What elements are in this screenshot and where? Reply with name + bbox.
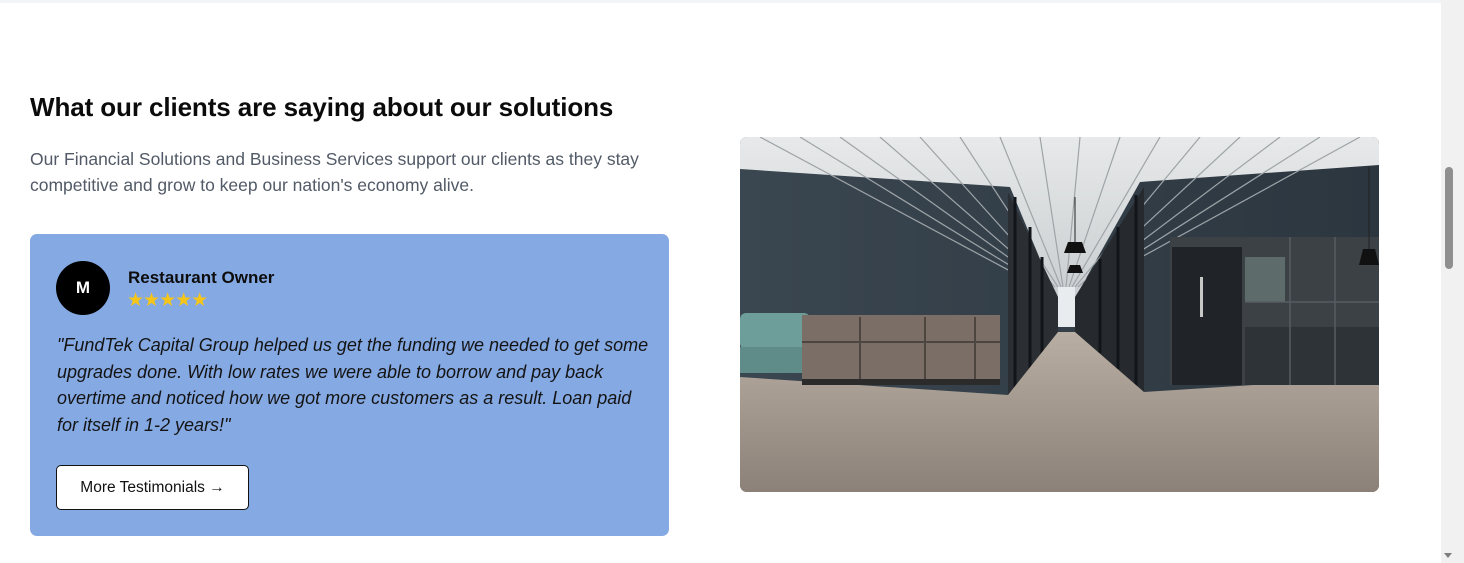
section-description: Our Financial Solutions and Business Ser… (30, 149, 639, 195)
star-rating: ★★★★★ (127, 290, 208, 311)
office-photo (740, 137, 1379, 492)
scroll-down-arrow-icon[interactable] (1444, 553, 1452, 558)
page-scrollbar[interactable] (1441, 0, 1464, 563)
author-role: Restaurant Owner (128, 268, 275, 287)
testimonial-quote: "FundTek Capital Group helped us get the… (57, 335, 649, 435)
top-divider (0, 0, 1441, 3)
scrollbar-thumb[interactable] (1445, 167, 1453, 269)
office-hallway-image (740, 137, 1379, 492)
avatar: M (56, 261, 110, 315)
page: What our clients are saying about our so… (0, 0, 1464, 563)
testimonial-card: M Restaurant Owner ★★★★★ "FundTek Capita… (30, 234, 669, 536)
more-testimonials-button[interactable]: More Testimonials → (56, 465, 249, 510)
section-title: What our clients are saying about our so… (30, 92, 614, 122)
